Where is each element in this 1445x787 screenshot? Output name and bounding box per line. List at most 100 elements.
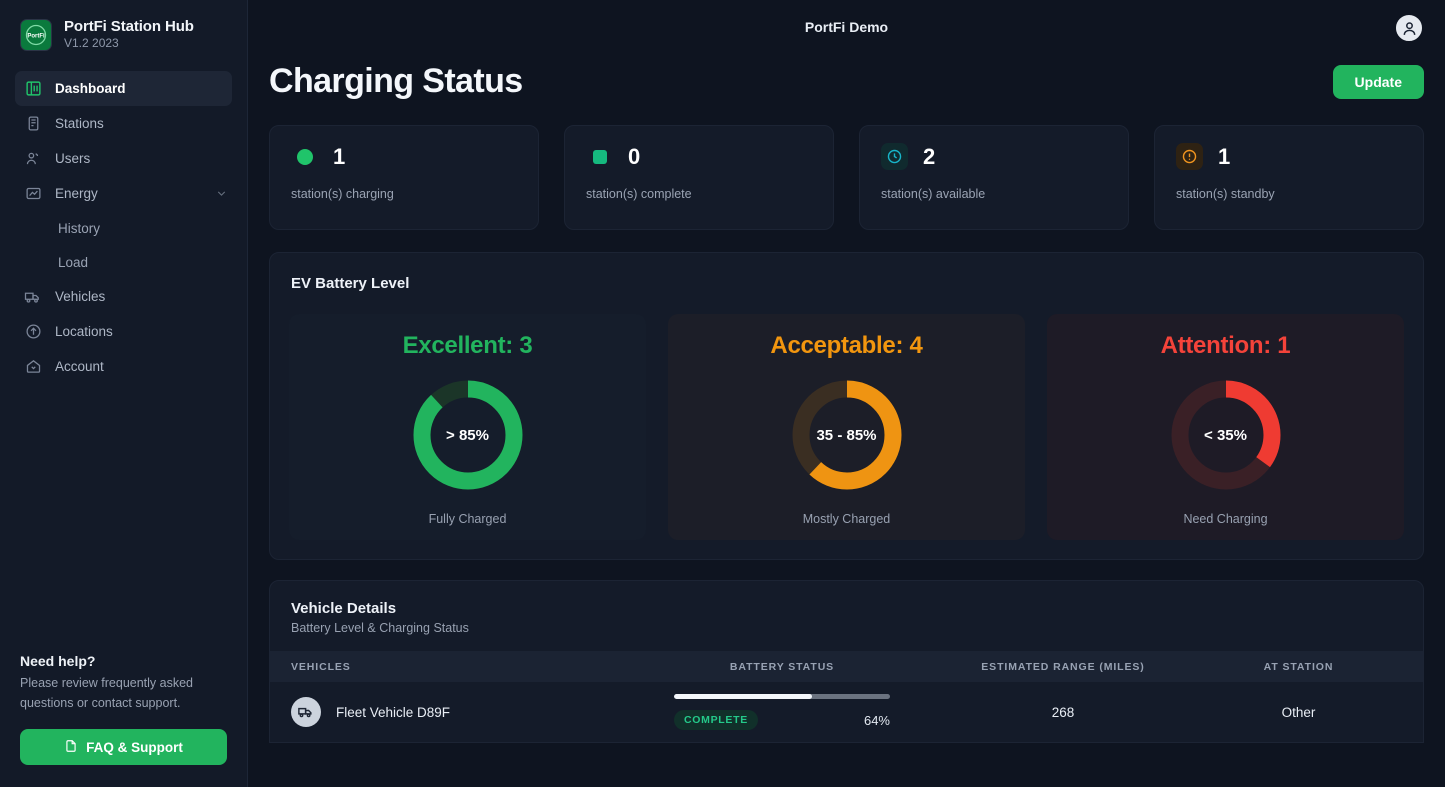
battery-percent: 64%	[864, 713, 890, 728]
column-header-at-station[interactable]: AT STATION	[1204, 661, 1423, 673]
vehicle-name: Fleet Vehicle D89F	[336, 705, 450, 720]
help-body: Please review frequently asked questions…	[20, 674, 227, 713]
sidebar-item-label: Vehicles	[55, 289, 232, 304]
brand-title: PortFi Station Hub	[64, 18, 194, 35]
avatar[interactable]	[1394, 13, 1424, 43]
sidebar-item-locations[interactable]: Locations	[15, 314, 232, 349]
sidebar-item-account[interactable]: Account	[15, 349, 232, 384]
donut-center-label: < 35%	[1171, 380, 1281, 490]
donut-card-excellent[interactable]: Excellent: 3 > 85% Fully Charged	[289, 314, 646, 540]
cell-estimated-range: 268	[922, 705, 1204, 720]
sidebar-item-label: Stations	[55, 116, 232, 131]
green-square-icon	[586, 143, 613, 170]
sidebar-item-energy[interactable]: Energy	[15, 176, 232, 211]
battery-progress-bar	[674, 694, 890, 699]
donut-card-acceptable[interactable]: Acceptable: 4 35 - 85% Mostly Charged	[668, 314, 1025, 540]
sidebar-item-label: Dashboard	[55, 81, 232, 96]
truck-icon	[291, 697, 321, 727]
donut-heading: Attention: 1	[1161, 332, 1291, 360]
sidebar-subitem-load[interactable]: Load	[15, 245, 232, 279]
stat-card-charging[interactable]: 1 station(s) charging	[269, 125, 539, 230]
location-icon	[24, 323, 42, 341]
vehicle-details-subtitle: Battery Level & Charging Status	[291, 621, 1402, 635]
stat-value: 1	[333, 144, 345, 170]
stat-label: station(s) available	[881, 187, 1107, 201]
stat-label: station(s) charging	[291, 187, 517, 201]
sidebar-item-users[interactable]: Users	[15, 141, 232, 176]
svg-text:PortFi: PortFi	[27, 33, 45, 39]
stat-cards: 1 station(s) charging 0 station(s) compl…	[248, 101, 1445, 230]
energy-icon	[24, 185, 42, 203]
topbar-title: PortFi Demo	[805, 19, 888, 35]
sidebar-subitem-label: History	[58, 221, 100, 236]
table-row[interactable]: Fleet Vehicle D89F COMPLETE 64% 268 Othe…	[270, 682, 1423, 742]
green-dot-icon	[291, 143, 318, 170]
station-icon	[24, 115, 42, 133]
page-header: Charging Status Update	[248, 54, 1445, 101]
column-header-estimated-range[interactable]: ESTIMATED RANGE (MILES)	[922, 661, 1204, 673]
donut-ring-excellent: > 85%	[413, 380, 523, 490]
vehicle-details-panel: Vehicle Details Battery Level & Charging…	[269, 580, 1424, 743]
stat-card-complete[interactable]: 0 station(s) complete	[564, 125, 834, 230]
donut-ring-acceptable: 35 - 85%	[792, 380, 902, 490]
topbar: PortFi Demo	[248, 0, 1445, 54]
stat-value: 2	[923, 144, 935, 170]
donut-footer: Mostly Charged	[803, 512, 891, 526]
stat-card-available[interactable]: 2 station(s) available	[859, 125, 1129, 230]
column-header-vehicles[interactable]: VEHICLES	[270, 661, 642, 673]
sidebar-item-vehicles[interactable]: Vehicles	[15, 279, 232, 314]
sidebar-item-label: Users	[55, 151, 232, 166]
donut-center-label: 35 - 85%	[792, 380, 902, 490]
app-root: PortFi PortFi Station Hub V1.2 2023 Dash…	[0, 0, 1445, 787]
cell-at-station: Other	[1204, 705, 1423, 720]
stat-card-standby[interactable]: 1 station(s) standby	[1154, 125, 1424, 230]
sidebar-item-label: Account	[55, 359, 232, 374]
donut-heading: Excellent: 3	[403, 332, 533, 360]
donut-ring-attention: < 35%	[1171, 380, 1281, 490]
alert-circle-icon	[1176, 143, 1203, 170]
help-section: Need help? Please review frequently aske…	[20, 653, 227, 765]
vehicle-details-header: Vehicle Details Battery Level & Charging…	[270, 581, 1423, 651]
update-button[interactable]: Update	[1333, 65, 1424, 99]
stat-label: station(s) standby	[1176, 187, 1402, 201]
donut-heading: Acceptable: 4	[770, 332, 922, 360]
main-content: PortFi Demo Charging Status Update 1 sta…	[248, 0, 1445, 787]
ev-battery-panel: EV Battery Level Excellent: 3 > 85% Full…	[269, 252, 1424, 560]
sidebar: PortFi PortFi Station Hub V1.2 2023 Dash…	[0, 0, 248, 787]
stat-value: 1	[1218, 144, 1230, 170]
home-icon	[24, 358, 42, 376]
sidebar-item-label: Locations	[55, 324, 232, 339]
brand-version: V1.2 2023	[64, 37, 194, 51]
portfi-logo-icon: PortFi	[20, 19, 52, 51]
help-title: Need help?	[20, 653, 227, 669]
faq-support-label: FAQ & Support	[86, 740, 183, 755]
column-header-battery-status[interactable]: BATTERY STATUS	[642, 661, 922, 673]
sidebar-item-dashboard[interactable]: Dashboard	[15, 71, 232, 106]
truck-icon	[24, 288, 42, 306]
donut-charts: Excellent: 3 > 85% Fully Charged Accepta…	[289, 314, 1404, 540]
donut-footer: Need Charging	[1183, 512, 1267, 526]
status-badge: COMPLETE	[674, 710, 758, 730]
stat-label: station(s) complete	[586, 187, 812, 201]
page-title: Charging Status	[269, 62, 523, 101]
document-icon	[64, 739, 78, 756]
dashboard-icon	[24, 80, 42, 98]
brand[interactable]: PortFi PortFi Station Hub V1.2 2023	[0, 0, 247, 51]
vehicle-details-title: Vehicle Details	[291, 600, 1402, 617]
clock-icon	[881, 143, 908, 170]
sidebar-nav: Dashboard Stations Users	[0, 71, 247, 384]
users-icon	[24, 150, 42, 168]
sidebar-subitem-history[interactable]: History	[15, 211, 232, 245]
sidebar-item-stations[interactable]: Stations	[15, 106, 232, 141]
donut-footer: Fully Charged	[429, 512, 507, 526]
sidebar-subitem-label: Load	[58, 255, 88, 270]
sidebar-item-label: Energy	[55, 186, 202, 201]
table-header-row: VEHICLES BATTERY STATUS ESTIMATED RANGE …	[270, 651, 1423, 682]
donut-center-label: > 85%	[413, 380, 523, 490]
stat-value: 0	[628, 144, 640, 170]
cell-vehicle: Fleet Vehicle D89F	[270, 697, 642, 727]
donut-card-attention[interactable]: Attention: 1 < 35% Need Charging	[1047, 314, 1404, 540]
cell-battery-status: COMPLETE 64%	[642, 694, 922, 730]
chevron-down-icon[interactable]	[215, 187, 232, 200]
faq-support-button[interactable]: FAQ & Support	[20, 729, 227, 765]
